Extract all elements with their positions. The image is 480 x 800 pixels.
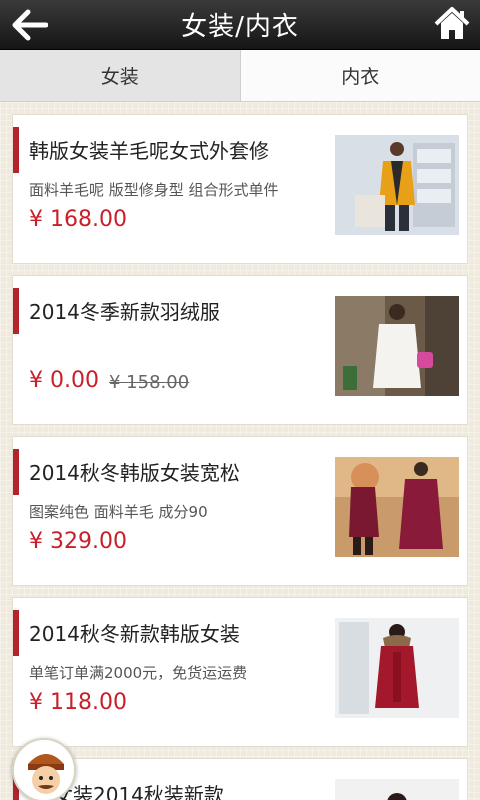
product-name: 2014秋冬新款韩版女装 (29, 622, 240, 646)
accent-bar (13, 288, 19, 334)
app-header: 女装/内衣 (0, 0, 480, 50)
product-price: ¥ 0.00 (29, 368, 99, 393)
tab-underwear[interactable]: 内衣 (240, 50, 480, 101)
accent-bar (13, 610, 19, 656)
product-image[interactable] (335, 135, 459, 235)
back-arrow-icon[interactable] (12, 9, 49, 41)
product-image[interactable] (335, 296, 459, 396)
tab-women-clothing[interactable]: 女装 (0, 50, 241, 101)
accent-bar (13, 449, 19, 495)
product-price: ¥ 168.00 (29, 207, 127, 232)
page-title: 女装/内衣 (181, 12, 299, 42)
product-old-price: ¥ 158.00 (109, 372, 190, 393)
product-card[interactable]: 2014秋冬韩版女装宽松 图案纯色 面料羊毛 成分90 ¥ 329.00 (12, 436, 468, 586)
category-tabs: 女装 内衣 (0, 50, 480, 102)
product-image[interactable] (335, 457, 459, 557)
product-name: 韩版女装羊毛呢女式外套修 (29, 139, 269, 163)
product-desc: 图案纯色 面料羊毛 成分90 (29, 503, 208, 521)
assistant-avatar-icon[interactable] (12, 738, 76, 800)
home-icon[interactable] (434, 6, 470, 42)
product-desc: 面料羊毛呢 版型修身型 组合形式单件 (29, 181, 279, 199)
product-image[interactable] (335, 618, 459, 718)
product-name: 女装2014秋装新款 (53, 783, 224, 800)
product-card[interactable]: 韩版女装羊毛呢女式外套修 面料羊毛呢 版型修身型 组合形式单件 ¥ 168.00 (12, 114, 468, 264)
product-desc: 单笔订单满2000元，免货运运费 (29, 664, 248, 682)
product-price: ¥ 118.00 (29, 690, 127, 715)
product-card[interactable]: 2014冬季新款羽绒服 ¥ 0.00 ¥ 158.00 (12, 275, 468, 425)
product-card[interactable]: 女装2014秋装新款 (12, 758, 468, 800)
product-card[interactable]: 2014秋冬新款韩版女装 单笔订单满2000元，免货运运费 ¥ 118.00 (12, 597, 468, 747)
accent-bar (13, 127, 19, 173)
product-price: ¥ 329.00 (29, 529, 127, 554)
product-image[interactable] (335, 779, 459, 800)
product-list: 韩版女装羊毛呢女式外套修 面料羊毛呢 版型修身型 组合形式单件 ¥ 168.00… (12, 114, 468, 800)
product-name: 2014秋冬韩版女装宽松 (29, 461, 240, 485)
product-name: 2014冬季新款羽绒服 (29, 300, 220, 324)
